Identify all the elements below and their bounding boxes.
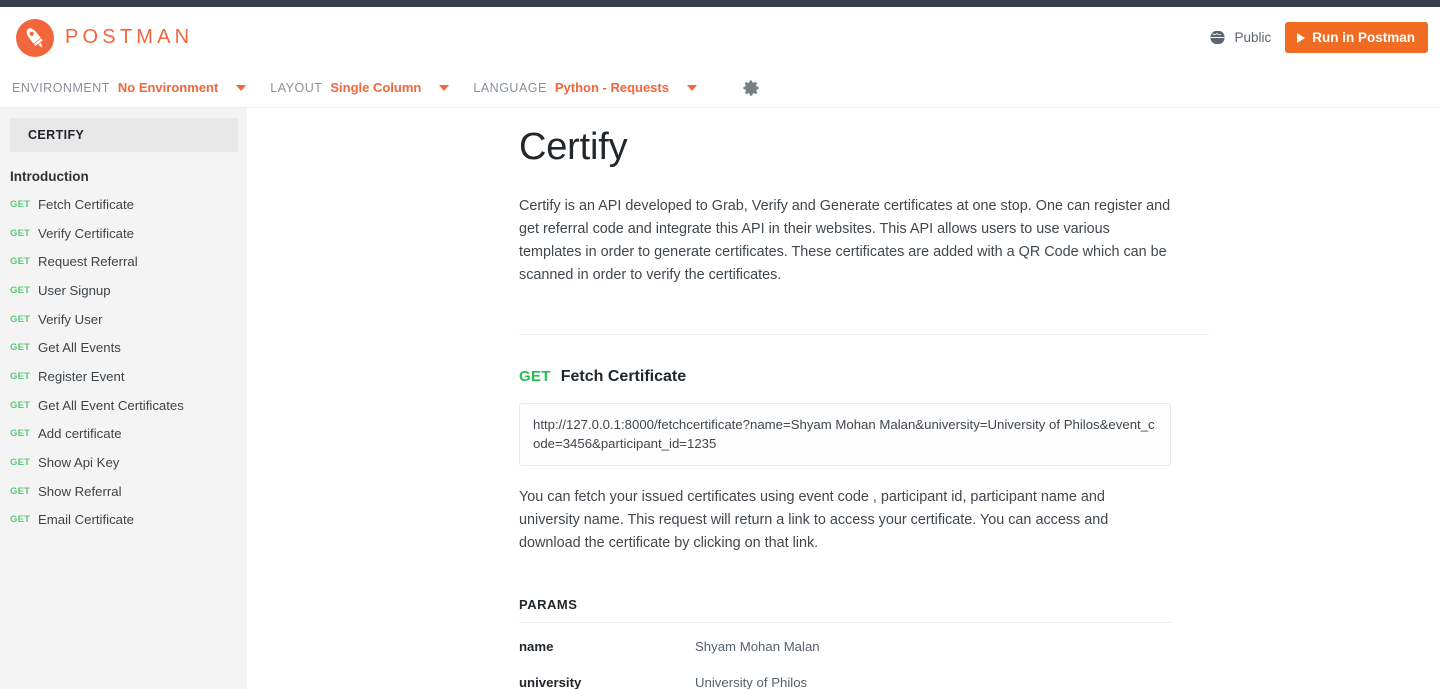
language-value[interactable]: Python - Requests	[555, 80, 669, 95]
visibility-label: Public	[1234, 30, 1272, 45]
sidebar-item-label: User Signup	[38, 282, 111, 298]
body-wrapper: CERTIFY Introduction GET Fetch Certificat…	[0, 108, 1440, 689]
sidebar-item-label: Get All Events	[38, 340, 121, 356]
param-row: university University of Philos	[519, 659, 1209, 689]
language-label: LANGUAGE	[473, 80, 547, 95]
language-selector[interactable]: LANGUAGE Python - Requests	[473, 80, 669, 95]
section-divider	[519, 334, 1209, 335]
layout-value[interactable]: Single Column	[330, 80, 421, 95]
collection-description: Certify is an API developed to Grab, Ver…	[519, 198, 1171, 283]
sidebar-item-introduction[interactable]: Introduction	[0, 152, 247, 190]
request-method-label: GET	[10, 227, 31, 239]
sidebar-request-list: GET Fetch Certificate GET Verify Certificat…	[0, 190, 247, 534]
sidebar-item-show-api-key[interactable]: GET Show Api Key	[0, 448, 247, 477]
layout-selector[interactable]: LAYOUT Single Column	[270, 80, 421, 95]
gear-icon[interactable]	[721, 78, 761, 98]
request-method-label: GET	[10, 198, 31, 210]
sidebar-item-label: Email Certificate	[38, 512, 135, 528]
run-in-postman-button[interactable]: Run in Postman	[1285, 22, 1428, 53]
sidebar-item-fetch-certificate[interactable]: GET Fetch Certificate	[0, 190, 247, 219]
sidebar-item-register-event[interactable]: GET Register Event	[0, 362, 247, 391]
app-header: POSTMAN Public Run in Postman	[0, 7, 1440, 68]
param-row: name Shyam Mohan Malan	[519, 623, 1209, 659]
sidebar-item-label: Show Referral	[38, 483, 122, 499]
request-method-label: GET	[10, 313, 31, 325]
sidebar-item-label: Show Api Key	[38, 455, 120, 471]
param-key: name	[519, 639, 554, 654]
options-toolbar: ENVIRONMENT No Environment LAYOUT Single…	[0, 68, 1440, 108]
sidebar-item-label: Fetch Certificate	[38, 196, 135, 212]
endpoint-title: Fetch Certificate	[560, 368, 687, 385]
sidebar-item-label: Register Event	[38, 368, 125, 384]
request-method-label: GET	[10, 514, 31, 526]
request-method-label: GET	[10, 370, 31, 382]
sidebar-item-request-referral[interactable]: GET Request Referral	[0, 247, 247, 276]
param-value: University of Philos	[695, 675, 808, 689]
request-method-label: GET	[10, 428, 31, 440]
request-method-label: GET	[10, 399, 31, 411]
top-accent-bar	[0, 0, 1440, 7]
request-method-label: GET	[10, 284, 31, 296]
sidebar-item-label: Get All Event Certificates	[38, 397, 184, 413]
run-button-label: Run in Postman	[1312, 30, 1415, 45]
layout-label: LAYOUT	[270, 80, 323, 95]
param-value: Shyam Mohan Malan	[695, 639, 820, 654]
sidebar-item-label: Request Referral	[38, 254, 138, 270]
sidebar-item-get-all-events[interactable]: GET Get All Events	[0, 333, 247, 362]
chevron-down-icon-environment[interactable]	[236, 84, 247, 91]
brand[interactable]: POSTMAN	[16, 18, 194, 57]
sidebar: CERTIFY Introduction GET Fetch Certificat…	[0, 108, 247, 689]
main-content: Certify Certify is an API developed to G…	[247, 108, 1440, 689]
sidebar-item-verify-user[interactable]: GET Verify User	[0, 305, 247, 334]
endpoint-heading: GET Fetch Certificate	[519, 368, 1209, 386]
sidebar-item-label: Verify Certificate	[38, 225, 135, 241]
page-title: Certify	[519, 126, 628, 168]
sidebar-item-verify-certificate[interactable]: GET Verify Certificate	[0, 219, 247, 248]
chevron-down-icon-language[interactable]	[686, 84, 697, 91]
brand-name: POSTMAN	[65, 26, 194, 48]
sidebar-item-get-all-event-certificates[interactable]: GET Get All Event Certificates	[0, 391, 247, 420]
environment-value[interactable]: No Environment	[118, 80, 218, 95]
endpoint-url[interactable]: http://127.0.0.1:8000/fetchcertificate?n…	[519, 403, 1171, 466]
globe-icon	[1209, 29, 1227, 46]
request-method-label: GET	[10, 342, 31, 354]
sidebar-item-label: Verify User	[38, 311, 103, 327]
sidebar-item-user-signup[interactable]: GET User Signup	[0, 276, 247, 305]
params-section-title: PARAMS	[519, 597, 1171, 623]
sidebar-item-add-certificate[interactable]: GET Add certificate	[0, 420, 247, 449]
request-method-label: GET	[10, 485, 31, 497]
header-right-group: Public Run in Postman	[1209, 22, 1428, 53]
sidebar-item-email-certificate[interactable]: GET Email Certificate	[0, 506, 247, 535]
endpoint-method-badge: GET	[519, 368, 551, 385]
param-key: university	[519, 675, 582, 689]
request-method-label: GET	[10, 256, 31, 268]
sidebar-item-show-referral[interactable]: GET Show Referral	[0, 477, 247, 506]
request-method-label: GET	[10, 457, 31, 469]
endpoint-description: You can fetch your issued certificates u…	[519, 489, 1109, 551]
environment-label: ENVIRONMENT	[12, 80, 110, 95]
play-icon	[1297, 32, 1306, 43]
postman-logo-icon	[16, 18, 54, 57]
environment-selector[interactable]: ENVIRONMENT No Environment	[12, 80, 218, 95]
sidebar-item-label: Add certificate	[38, 426, 122, 442]
collection-name: CERTIFY	[10, 118, 238, 152]
chevron-down-icon-layout[interactable]	[439, 84, 450, 91]
params-table: name Shyam Mohan Malan university Universit…	[519, 623, 1209, 689]
visibility-status[interactable]: Public	[1209, 29, 1271, 46]
